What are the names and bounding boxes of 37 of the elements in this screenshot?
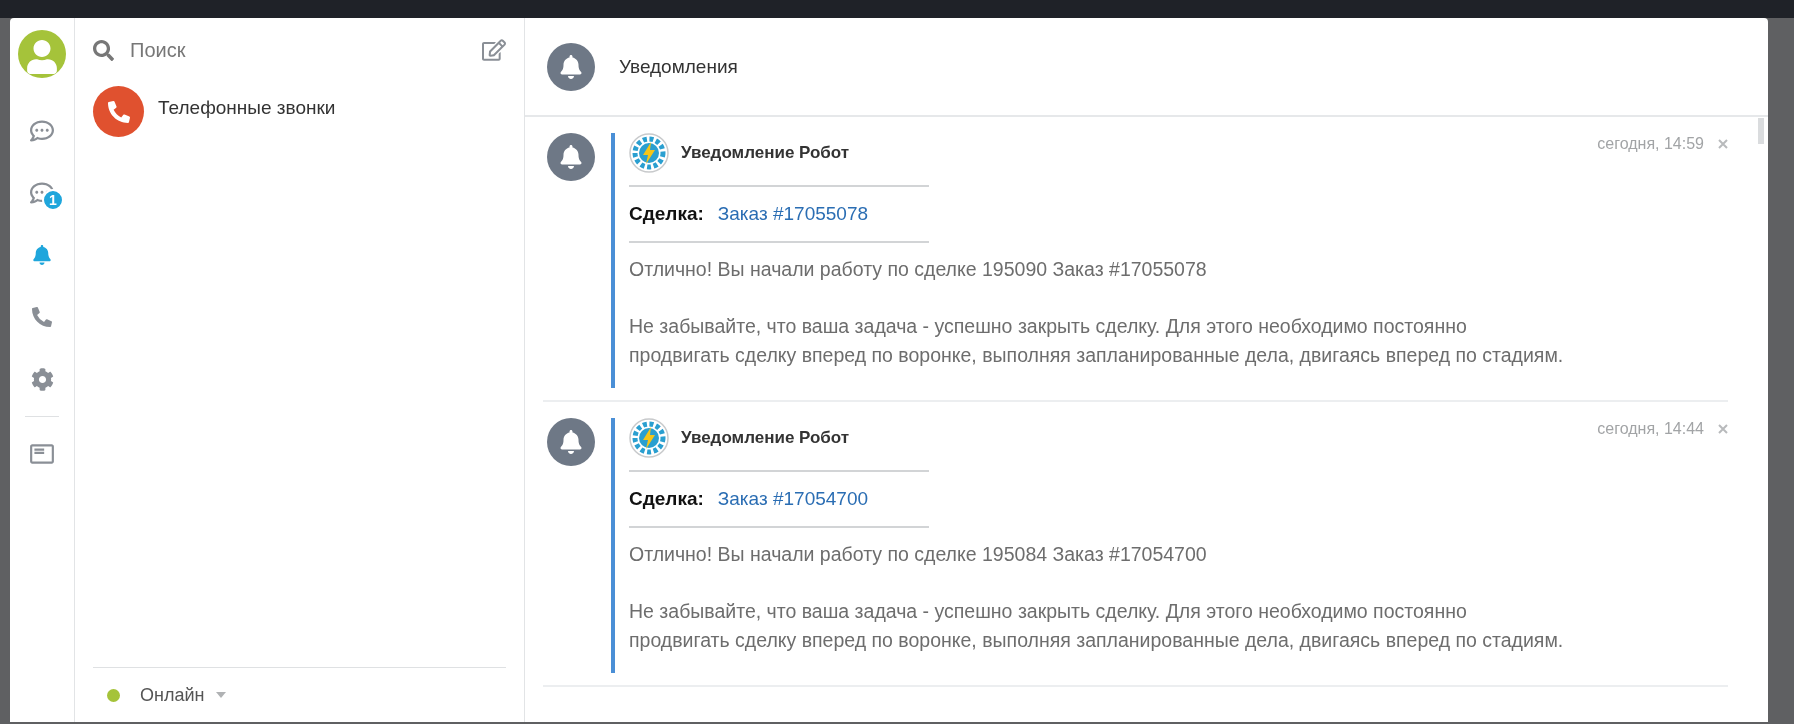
caret-icon — [216, 692, 227, 698]
message-text: Отлично! Вы начали работу по сделке 195090 Заказ #17055078 — [629, 257, 1208, 282]
notification-avatar — [547, 418, 595, 466]
compose-button[interactable] — [482, 38, 506, 62]
sender-name: Уведомление Робот — [681, 428, 850, 448]
close-icon — [1718, 424, 1728, 434]
scrollbar-thumb[interactable] — [1758, 118, 1764, 144]
search-icon — [93, 39, 114, 61]
notifications-avatar — [547, 42, 595, 91]
close-button[interactable] — [1718, 139, 1728, 149]
close-button[interactable] — [1718, 424, 1728, 434]
chat-icon — [30, 119, 54, 143]
phone-icon — [32, 307, 52, 327]
user-avatar[interactable] — [18, 30, 66, 78]
deal-link[interactable]: Заказ #17055078 — [717, 203, 869, 225]
count-badge: 1 — [42, 189, 64, 211]
robot-avatar-icon — [629, 418, 669, 458]
sender-name: Уведомление Робот — [681, 143, 850, 163]
message-time: сегодня, 14:59 — [1597, 135, 1704, 153]
status-dropdown[interactable]: Онлайн — [140, 684, 227, 706]
message-time: сегодня, 14:44 — [1597, 420, 1704, 438]
close-icon — [1718, 139, 1728, 149]
bell-icon — [32, 245, 52, 265]
message-text: Отлично! Вы начали работу по сделке 195084 Заказ #17054700 — [629, 542, 1208, 567]
export-icon — [29, 441, 55, 467]
settings-icon — [30, 367, 54, 391]
message-text: Не забывайте, что ваша задача - успешно закрыть сделку. Для этого необходимо постоянно продвигать сделку вперед по воронке, выполняя запланированные дела, двигаясь вперед по стадиям. — [629, 599, 1565, 653]
sidebar-button[interactable]: 1 — [20, 173, 64, 213]
robot-avatar-icon — [629, 133, 669, 173]
message-text: Не забывайте, что ваша задача - успешно закрыть сделку. Для этого необходимо постоянно продвигать сделку вперед по воронке, выполняя запланированные дела, двигаясь вперед по стадиям. — [629, 314, 1565, 368]
deal-label: Сделка: — [629, 488, 704, 510]
notification-avatar — [547, 133, 595, 181]
deal-link[interactable]: Заказ #17054700 — [717, 488, 869, 510]
phone-avatar[interactable] — [93, 86, 144, 137]
deal-label: Сделка: — [629, 203, 704, 225]
chat-title: Уведомления — [619, 55, 738, 78]
contact-name[interactable]: Телефонные звонки — [158, 97, 336, 119]
